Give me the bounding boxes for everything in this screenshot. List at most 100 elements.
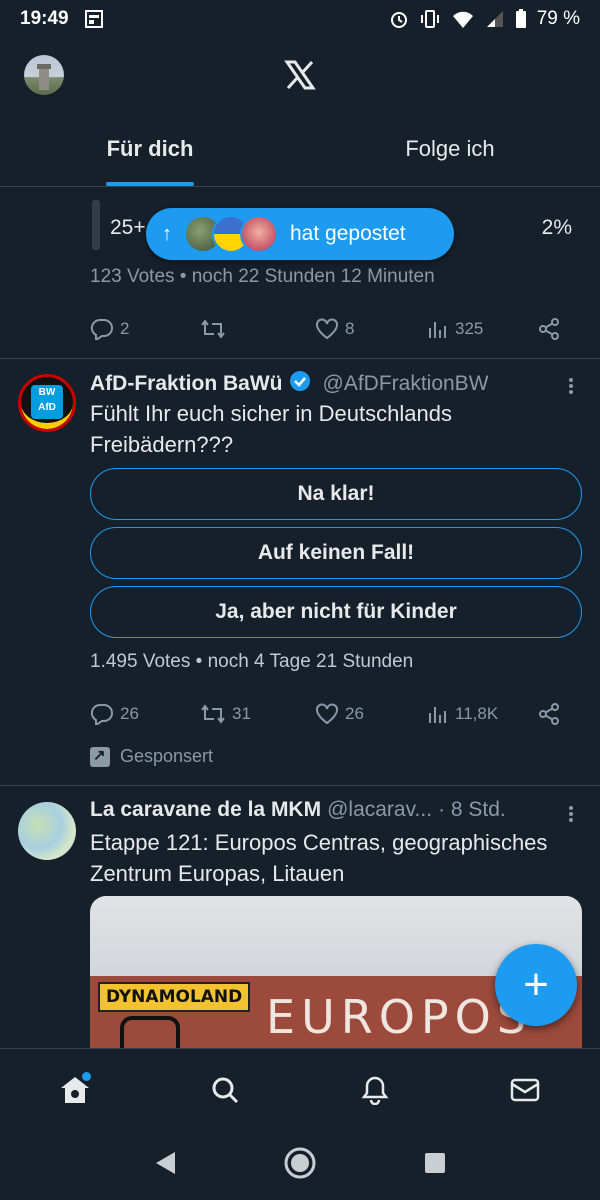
reply-button[interactable]: 2 [90, 318, 200, 340]
promoted-icon [90, 746, 110, 767]
notification-dot [82, 1071, 91, 1081]
tweet-author-handle[interactable]: @AfDFraktionBW [323, 372, 489, 396]
heart-icon [316, 703, 338, 725]
tweet-author-name[interactable]: La caravane de la MKM [90, 798, 321, 822]
views-button[interactable]: 325 [427, 318, 537, 340]
share-button[interactable] [537, 317, 561, 341]
app-header [0, 38, 600, 112]
divider [0, 358, 600, 359]
timeline-feed[interactable]: ↑ hat gepostet 25+ 2% 123 Votes • noch 2… [0, 188, 600, 1048]
poll-option[interactable]: Auf keinen Fall! [90, 527, 582, 579]
avatar-text-bottom: AfD [38, 402, 56, 413]
new-posts-label: hat gepostet [290, 222, 406, 245]
divider [0, 785, 600, 786]
new-posts-pill[interactable]: ↑ hat gepostet [146, 208, 454, 260]
share-button[interactable] [537, 702, 561, 726]
views-icon [429, 322, 446, 338]
image-symbol [120, 1016, 180, 1048]
alarm-icon [389, 9, 409, 29]
plus-icon: + [523, 960, 549, 1009]
profile-avatar[interactable] [24, 55, 64, 95]
tweet-header: AfD-Fraktion BaWü @AfDFraktionBW [90, 370, 489, 398]
tweet-header: La caravane de la MKM @lacarav... · 8 St… [90, 798, 506, 822]
reply-count: 2 [120, 319, 130, 338]
repost-button[interactable] [200, 318, 315, 340]
nav-messages[interactable] [495, 1060, 555, 1120]
search-icon [212, 1077, 239, 1103]
compose-button[interactable]: + [495, 944, 577, 1026]
reply-icon [90, 318, 113, 340]
system-navigation-bar [0, 1130, 600, 1200]
timeline-tabs: Für dich Folge ich [0, 112, 600, 187]
views-icon [429, 707, 446, 723]
view-count: 11,8K [455, 704, 499, 723]
tweet-author-avatar[interactable]: BW AfD [18, 374, 76, 432]
reply-icon [90, 703, 113, 725]
tweet-text: Etappe 121: Europos Centras, geographisc… [90, 830, 548, 886]
poll-result-percent: 2% [541, 216, 572, 239]
repost-button[interactable]: 31 [200, 703, 315, 725]
nav-home[interactable] [45, 1060, 105, 1120]
bottom-navigation [0, 1048, 600, 1130]
verified-badge-icon [289, 370, 311, 398]
poll-meta: 1.495 Votes • noch 4 Tage 21 Stunden [90, 651, 414, 672]
more-options-icon[interactable] [568, 376, 574, 396]
vibrate-icon [419, 9, 441, 29]
x-logo-icon[interactable] [284, 59, 316, 91]
poll-option[interactable]: Na klar! [90, 468, 582, 520]
tweet-text: Fühlt Ihr euch sicher in Deutschlands Fr… [90, 401, 452, 457]
image-sign-text: DYNAMOLAND [98, 982, 251, 1012]
tweet-author-name[interactable]: AfD-Fraktion BaWü [90, 372, 283, 396]
views-button[interactable]: 11,8K [427, 703, 537, 725]
like-count: 26 [345, 704, 364, 723]
repost-icon [201, 704, 225, 724]
system-home-icon[interactable] [283, 1146, 317, 1185]
share-icon [539, 703, 559, 725]
reply-count: 26 [120, 704, 139, 723]
repost-count: 31 [232, 704, 251, 723]
battery-icon [515, 9, 527, 29]
tab-fuer-dich[interactable]: Für dich [0, 112, 300, 186]
signal-icon [485, 9, 505, 29]
tweet-author-handle[interactable]: @lacarav... [327, 798, 432, 822]
tweet-actions: 26 31 26 11,8K [90, 699, 570, 729]
poll-option[interactable]: Ja, aber nicht für Kinder [90, 586, 582, 638]
tab-label: Für dich [106, 136, 194, 161]
more-options-icon[interactable] [568, 804, 574, 824]
tab-folge-ich[interactable]: Folge ich [300, 112, 600, 186]
like-button[interactable]: 26 [315, 703, 427, 725]
status-bar: 19:49 79 % [0, 0, 600, 38]
like-count: 8 [345, 319, 355, 338]
repost-icon [201, 319, 225, 339]
system-back-icon[interactable] [153, 1150, 177, 1181]
active-tab-indicator [106, 182, 194, 186]
notification-icon [84, 10, 103, 28]
pill-avatars [184, 215, 278, 253]
image-wall-text: EUROPOS [266, 990, 533, 1044]
system-recents-icon[interactable] [423, 1151, 447, 1180]
avatar [240, 215, 278, 253]
view-count: 325 [455, 319, 484, 338]
share-icon [539, 318, 559, 340]
poll-meta: 123 Votes • noch 22 Stunden 12 Minuten [90, 266, 435, 287]
status-time: 19:49 [20, 8, 69, 29]
nav-search[interactable] [195, 1060, 255, 1120]
poll-result-label: 25+ [110, 216, 146, 239]
bell-icon [361, 1076, 389, 1105]
arrow-up-icon: ↑ [162, 222, 172, 245]
tweet-actions: 2 8 325 [90, 314, 570, 344]
tab-label: Folge ich [405, 136, 495, 161]
sponsored-text: Gesponsert [120, 746, 214, 766]
tweet-timestamp[interactable]: · 8 Std. [438, 798, 506, 822]
nav-notifications[interactable] [345, 1060, 405, 1120]
reply-button[interactable]: 26 [90, 703, 200, 725]
like-button[interactable]: 8 [315, 318, 427, 340]
battery-percent: 79 % [536, 8, 580, 29]
mail-icon [510, 1078, 540, 1101]
heart-icon [316, 318, 338, 340]
sponsored-label[interactable]: Gesponsert [90, 746, 213, 767]
poll-result-bar [92, 200, 100, 250]
tweet-author-avatar[interactable] [18, 802, 76, 860]
avatar-text-top: BW [38, 387, 56, 398]
wifi-icon [451, 9, 475, 29]
